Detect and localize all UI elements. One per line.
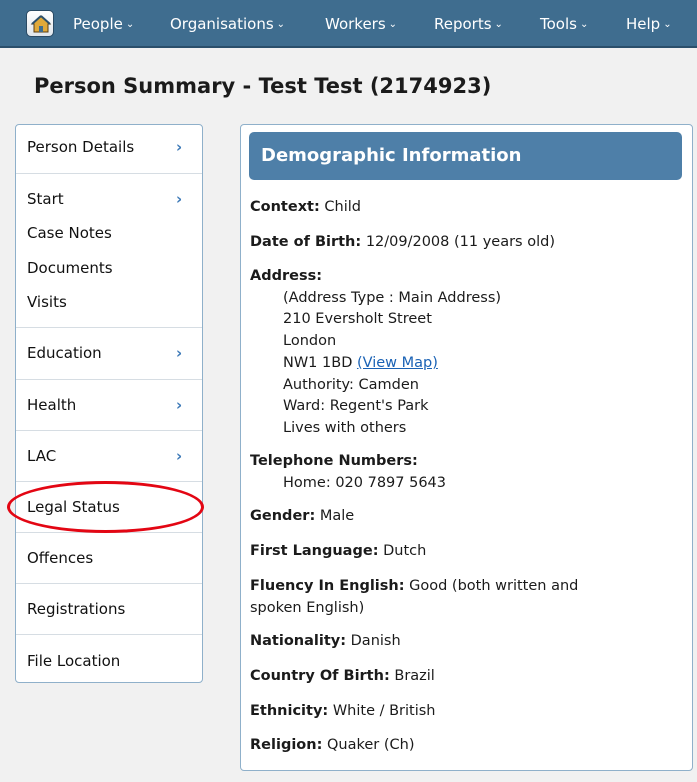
- nav-organisations-label: Organisations: [170, 15, 274, 33]
- sidebar-item-label: File Location: [27, 652, 121, 670]
- chevron-right-icon: ›: [176, 447, 183, 465]
- field-label: Gender: [250, 508, 310, 524]
- address-line: London: [283, 333, 337, 349]
- field-label: Ethnicity: [250, 703, 323, 719]
- telephone-field: Telephone Numbers:: [250, 453, 418, 469]
- address-field: Address:: [250, 268, 323, 284]
- sidebar-divider: [16, 173, 202, 174]
- chevron-right-icon: ›: [176, 190, 183, 208]
- field-label: Country Of Birth: [250, 668, 384, 684]
- field-value: Child: [324, 199, 361, 215]
- sidebar-item-label: Education: [27, 344, 102, 362]
- field-label: Context: [250, 199, 314, 215]
- field-value: 12/09/2008 (11 years old): [365, 234, 555, 250]
- chevron-down-icon: ⌄: [663, 19, 672, 30]
- field-value: Quaker (Ch): [327, 737, 415, 753]
- sidebar-item-label: Health: [27, 396, 77, 414]
- sidebar-item-label: Offences: [27, 549, 94, 567]
- nav-reports[interactable]: Reports ⌄: [434, 15, 503, 33]
- nav-organisations[interactable]: Organisations ⌄: [170, 15, 285, 33]
- chevron-down-icon: ⌄: [579, 19, 589, 30]
- field-label: First Language: [250, 543, 373, 559]
- sidebar-menu: Person Details › Start › Case Notes Docu…: [15, 124, 203, 683]
- address-line: 210 Eversholt Street: [283, 311, 432, 327]
- nav-workers-label: Workers: [325, 15, 386, 33]
- home-icon: [30, 15, 52, 33]
- field-value: Danish: [350, 633, 401, 649]
- address-line-postcode: NW1 1BD (View Map): [283, 355, 438, 371]
- nav-help[interactable]: Help ⌄: [626, 15, 672, 33]
- chevron-right-icon: ›: [176, 396, 183, 414]
- sidebar-item-label: Visits: [27, 293, 67, 311]
- field-value: Good (both written and: [409, 578, 579, 594]
- view-map-link[interactable]: (View Map): [357, 355, 438, 371]
- sidebar-item-label: Registrations: [27, 600, 126, 618]
- fluency-field-continued: spoken English): [250, 600, 365, 616]
- field-value: Male: [319, 508, 355, 524]
- field-value: Brazil: [394, 668, 435, 684]
- sidebar-item-label: Start: [27, 190, 64, 208]
- top-navigation-bar: People ⌄ Organisations ⌄ Workers ⌄ Reports ⌄…: [0, 0, 697, 48]
- home-button[interactable]: [26, 10, 54, 37]
- nav-tools[interactable]: Tools ⌄: [540, 15, 588, 33]
- chevron-right-icon: ›: [176, 344, 183, 362]
- ethnicity-field: Ethnicity: White / British: [250, 703, 436, 719]
- chevron-down-icon: ⌄: [125, 19, 135, 30]
- field-label: Address: [250, 268, 317, 284]
- fluency-field: Fluency In English: Good (both written a…: [250, 578, 579, 594]
- section-header: Demographic Information: [249, 132, 682, 180]
- context-field: Context: Child: [250, 199, 361, 215]
- first-language-field: First Language: Dutch: [250, 543, 427, 559]
- nationality-field: Nationality: Danish: [250, 633, 401, 649]
- chevron-down-icon: ⌄: [388, 19, 398, 30]
- field-label: Religion: [250, 737, 317, 753]
- nav-help-label: Help: [626, 15, 661, 33]
- field-value: White / British: [332, 703, 436, 719]
- field-label: Fluency In English: [250, 578, 399, 594]
- sidebar-divider: [16, 583, 202, 584]
- sidebar-item-label: Case Notes: [27, 224, 112, 242]
- country-of-birth-field: Country Of Birth: Brazil: [250, 668, 435, 684]
- sidebar-item-label: Person Details: [27, 138, 135, 156]
- lives-with-line: Lives with others: [283, 420, 407, 436]
- authority-line: Authority: Camden: [283, 377, 420, 393]
- sidebar-divider: [16, 327, 202, 328]
- dob-field: Date of Birth: 12/09/2008 (11 years old): [250, 234, 555, 250]
- field-value: Dutch: [383, 543, 427, 559]
- address-line: (Address Type : Main Address): [283, 290, 502, 306]
- religion-field: Religion: Quaker (Ch): [250, 737, 415, 753]
- nav-people[interactable]: People ⌄: [73, 15, 134, 33]
- nav-tools-label: Tools: [540, 15, 577, 33]
- highlight-ellipse: [7, 481, 204, 533]
- nav-workers[interactable]: Workers ⌄: [325, 15, 397, 33]
- gender-field: Gender: Male: [250, 508, 355, 524]
- nav-reports-label: Reports: [434, 15, 492, 33]
- ward-line: Ward: Regent's Park: [283, 398, 429, 414]
- chevron-right-icon: ›: [176, 138, 183, 156]
- field-label: Date of Birth: [250, 234, 356, 250]
- sidebar-divider: [16, 379, 202, 380]
- telephone-home: Home: 020 7897 5643: [283, 475, 447, 491]
- chevron-down-icon: ⌄: [276, 19, 286, 30]
- sidebar-divider: [16, 430, 202, 431]
- nav-people-label: People: [73, 15, 123, 33]
- sidebar-item-label: LAC: [27, 447, 57, 465]
- postcode: NW1 1BD: [283, 355, 353, 371]
- page-title: Person Summary - Test Test (2174923): [34, 74, 492, 98]
- sidebar-divider: [16, 634, 202, 635]
- field-label: Telephone Numbers: [250, 453, 413, 469]
- sidebar-item-label: Documents: [27, 259, 113, 277]
- chevron-down-icon: ⌄: [494, 19, 503, 30]
- field-label: Nationality: [250, 633, 341, 649]
